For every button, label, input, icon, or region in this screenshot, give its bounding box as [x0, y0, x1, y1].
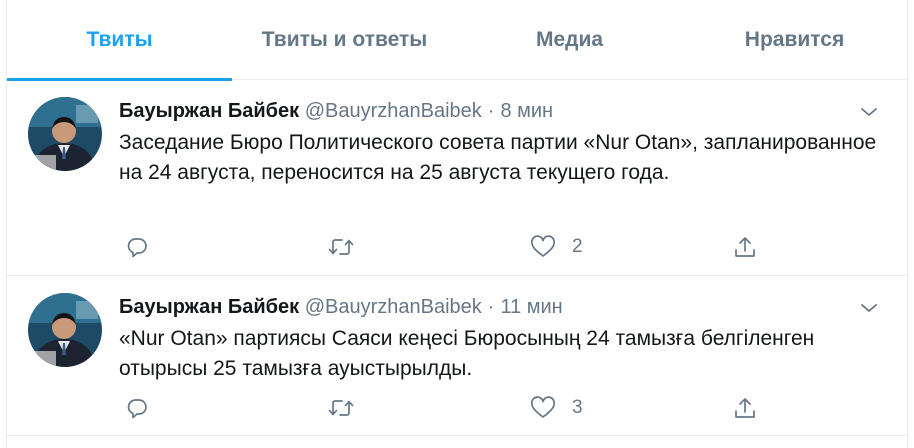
tweet[interactable]: Бауыржан Байбек @BauyrzhanBaibek · 8 мин З…: [7, 80, 907, 276]
separator-dot: ·: [487, 100, 495, 122]
chevron-down-icon[interactable]: [859, 298, 879, 318]
chevron-down-icon[interactable]: [859, 102, 879, 122]
tweet-timestamp[interactable]: 11 мин: [500, 296, 562, 318]
tweet-text: «Nur Otan» партиясы Саяси кеңесі Бюросын…: [119, 327, 815, 380]
tweet[interactable]: Бауыржан Байбек @BauyrzhanBaibek · 11 мин …: [7, 276, 907, 436]
tweet-header: Бауыржан Байбек @BauyrzhanBaibek · 11 мин: [119, 295, 563, 319]
avatar[interactable]: [28, 97, 102, 171]
share-button[interactable]: [733, 393, 757, 423]
retweet-icon: [327, 396, 355, 420]
author-name[interactable]: Бауыржан Байбек: [119, 100, 299, 122]
like-count: 3: [572, 397, 583, 418]
heart-icon: [530, 235, 556, 259]
profile-tabs: Твиты Твиты и ответы Медиа Нравится: [7, 0, 907, 81]
tweet-actions: 3: [119, 393, 819, 423]
reply-icon: [125, 396, 149, 420]
tweet-header: Бауыржан Байбек @BauyrzhanBaibek · 8 мин: [119, 99, 553, 123]
avatar[interactable]: [28, 293, 102, 367]
tab-tweets[interactable]: Твиты: [7, 0, 232, 81]
like-button[interactable]: 2: [530, 232, 583, 262]
share-button[interactable]: [733, 232, 757, 262]
retweet-icon: [327, 235, 355, 259]
tweet-actions: 2: [119, 232, 819, 262]
avatar-photo: [28, 293, 102, 367]
tab-likes[interactable]: Нравится: [682, 0, 907, 80]
tweet-timestamp[interactable]: 8 мин: [500, 100, 553, 122]
author-handle[interactable]: @BauyrzhanBaibek: [305, 100, 482, 122]
tab-tweets-and-replies[interactable]: Твиты и ответы: [232, 0, 457, 80]
author-handle[interactable]: @BauyrzhanBaibek: [305, 296, 482, 318]
tab-media[interactable]: Медиа: [457, 0, 682, 80]
avatar-photo: [28, 97, 102, 171]
like-count: 2: [572, 236, 583, 257]
tweet-text: Заседание Бюро Политического совета парт…: [119, 131, 877, 184]
retweet-button[interactable]: [327, 232, 355, 262]
reply-button[interactable]: [125, 393, 149, 423]
heart-icon: [530, 396, 556, 420]
retweet-button[interactable]: [327, 393, 355, 423]
profile-timeline: Твиты Твиты и ответы Медиа Нравится Бауы…: [6, 0, 908, 448]
reply-icon: [125, 235, 149, 259]
like-button[interactable]: 3: [530, 393, 583, 423]
share-icon: [733, 235, 757, 259]
separator-dot: ·: [487, 296, 495, 318]
reply-button[interactable]: [125, 232, 149, 262]
share-icon: [733, 396, 757, 420]
author-name[interactable]: Бауыржан Байбек: [119, 296, 299, 318]
